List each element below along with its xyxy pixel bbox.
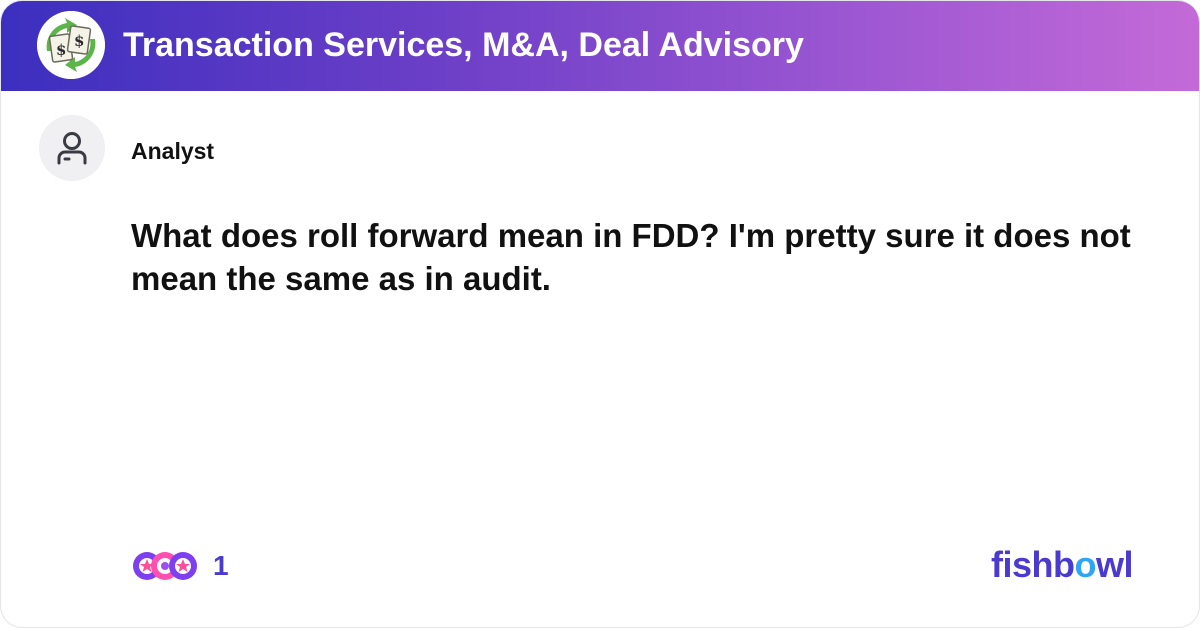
svg-text:$: $ bbox=[74, 32, 84, 50]
bowl-header[interactable]: $ $ Transaction Services, M&A, Deal Advi… bbox=[1, 1, 1199, 91]
bowl-title[interactable]: Transaction Services, M&A, Deal Advisory bbox=[123, 23, 804, 67]
brand-text-start: fishb bbox=[991, 544, 1075, 585]
money-recycle-icon[interactable]: $ $ bbox=[37, 11, 105, 79]
svg-text:$: $ bbox=[56, 41, 66, 59]
reaction-count[interactable]: 1 bbox=[213, 550, 229, 582]
brand-text-end: wl bbox=[1096, 544, 1134, 585]
fishbowl-logo[interactable]: fishbowl bbox=[991, 544, 1134, 586]
reaction-stack-icon[interactable] bbox=[131, 549, 199, 583]
post-card: $ $ Transaction Services, M&A, Deal Advi… bbox=[0, 0, 1200, 628]
user-icon bbox=[57, 132, 87, 165]
author-name[interactable]: Analyst bbox=[131, 137, 214, 165]
author-avatar[interactable] bbox=[39, 115, 105, 181]
brand-text-o: o bbox=[1074, 544, 1097, 585]
post-text: What does roll forward mean in FDD? I'm … bbox=[131, 217, 1131, 297]
